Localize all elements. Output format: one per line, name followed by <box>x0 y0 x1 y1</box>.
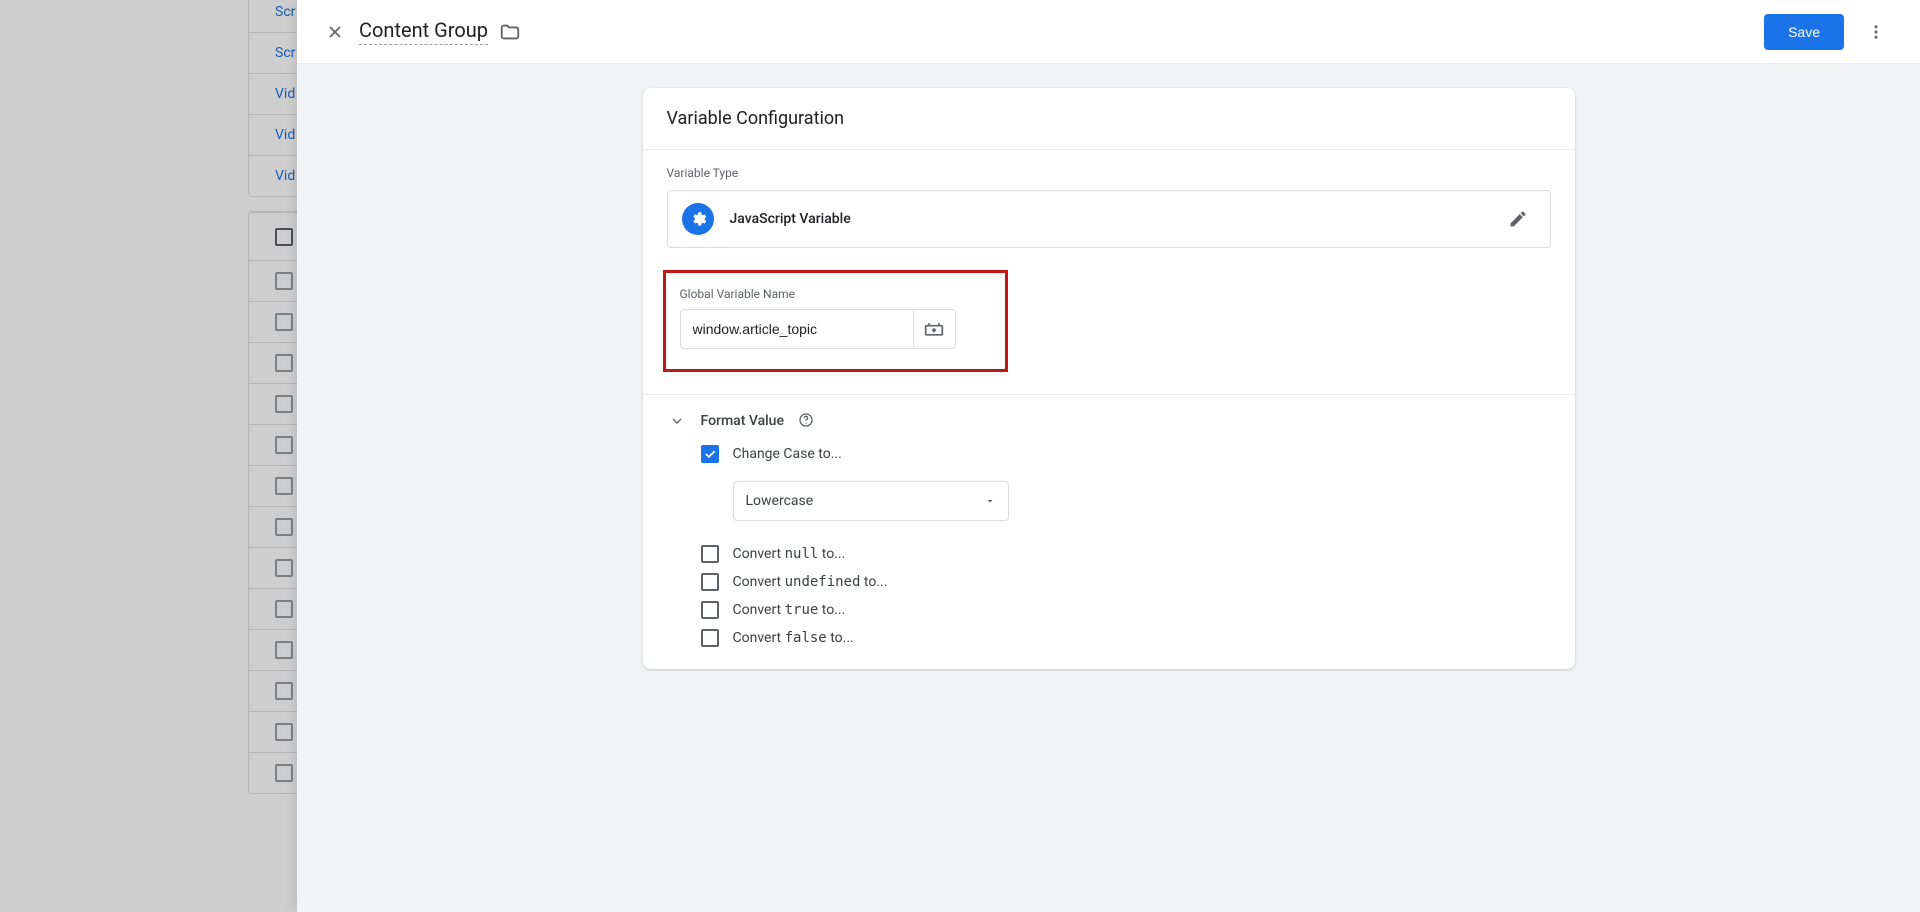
checkbox-icon <box>275 395 293 413</box>
change-case-label: Change Case to... <box>733 446 842 462</box>
convert-null-option[interactable]: Convert null to... <box>701 545 1551 563</box>
checkbox-icon <box>275 518 293 536</box>
checkbox-icon <box>275 682 293 700</box>
check-icon <box>703 447 717 461</box>
variable-type-label: Variable Type <box>667 166 1551 180</box>
global-variable-label: Global Variable Name <box>680 287 991 301</box>
checkbox-icon <box>275 641 293 659</box>
variable-type-row[interactable]: JavaScript Variable <box>667 190 1551 248</box>
folder-icon[interactable] <box>498 20 522 44</box>
convert-false-label: Convert false to... <box>733 630 854 646</box>
convert-true-checkbox[interactable] <box>701 601 719 619</box>
chevron-down-icon <box>667 411 687 431</box>
convert-null-checkbox[interactable] <box>701 545 719 563</box>
checkbox-icon <box>275 436 293 454</box>
more-menu-button[interactable] <box>1856 12 1896 52</box>
checkbox-icon <box>275 272 293 290</box>
change-case-option[interactable]: Change Case to... <box>701 445 1551 463</box>
checkbox-icon <box>275 354 293 372</box>
convert-true-option[interactable]: Convert true to... <box>701 601 1551 619</box>
card-title: Variable Configuration <box>643 88 1575 150</box>
gear-icon <box>689 210 707 228</box>
panel-title[interactable]: Content Group <box>359 18 488 45</box>
convert-undefined-checkbox[interactable] <box>701 573 719 591</box>
variable-type-icon <box>682 203 714 235</box>
checkbox-icon <box>275 477 293 495</box>
case-select[interactable]: Lowercase <box>733 481 1009 521</box>
global-variable-input[interactable] <box>680 309 914 349</box>
convert-undefined-label: Convert undefined to... <box>733 574 888 590</box>
format-value-header[interactable]: Format Value <box>667 411 1551 431</box>
checkbox-icon <box>275 313 293 331</box>
brick-plus-icon <box>924 321 944 337</box>
close-icon <box>325 22 345 42</box>
checkbox-icon <box>275 723 293 741</box>
help-icon[interactable] <box>798 412 816 430</box>
panel-header: Content Group Save <box>297 0 1920 64</box>
convert-true-label: Convert true to... <box>733 602 846 618</box>
convert-null-label: Convert null to... <box>733 546 846 562</box>
convert-false-option[interactable]: Convert false to... <box>701 629 1551 647</box>
dropdown-arrow-icon <box>984 495 996 507</box>
checkbox-icon <box>275 764 293 782</box>
variable-picker-button[interactable] <box>914 309 956 349</box>
pencil-icon <box>1508 209 1528 229</box>
save-button[interactable]: Save <box>1764 14 1844 50</box>
edit-type-button[interactable] <box>1500 201 1536 237</box>
kebab-icon <box>1867 23 1885 41</box>
convert-false-checkbox[interactable] <box>701 629 719 647</box>
case-select-value: Lowercase <box>746 493 814 509</box>
format-value-section: Format Value Change Case to... L <box>643 395 1575 669</box>
drawer-panel: Content Group Save Variable Configuratio… <box>297 0 1920 912</box>
variable-config-card: Variable Configuration Variable Type Jav… <box>643 88 1575 669</box>
convert-undefined-option[interactable]: Convert undefined to... <box>701 573 1551 591</box>
panel-body: Variable Configuration Variable Type Jav… <box>297 64 1920 912</box>
format-value-title: Format Value <box>701 413 784 429</box>
variable-type-name: JavaScript Variable <box>730 211 851 227</box>
change-case-checkbox[interactable] <box>701 445 719 463</box>
close-button[interactable] <box>315 12 355 52</box>
checkbox-icon <box>275 228 293 246</box>
global-variable-highlight: Global Variable Name <box>663 270 1008 372</box>
checkbox-icon <box>275 559 293 577</box>
checkbox-icon <box>275 600 293 618</box>
variable-type-section: Variable Type JavaScript Variable Global… <box>643 150 1575 395</box>
